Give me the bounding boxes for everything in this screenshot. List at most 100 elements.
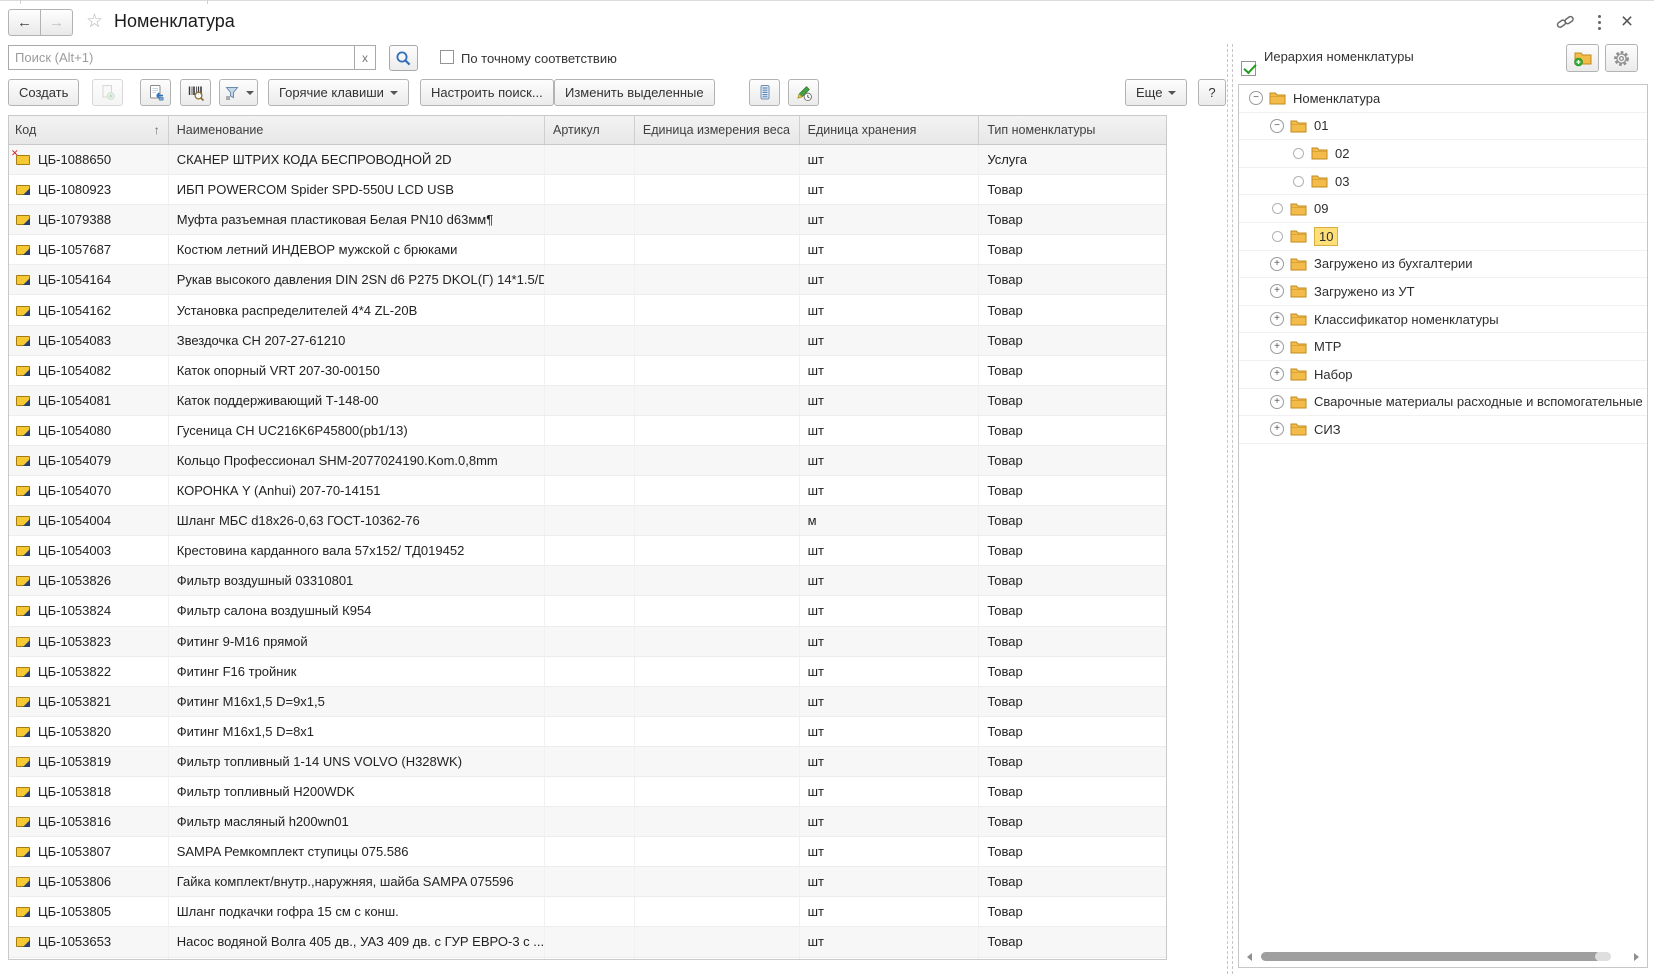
barcode-search-button[interactable] [180, 79, 211, 106]
table-row[interactable]: ✕ ЦБ-1057687 Костюм летний ИНДЕВОР мужск… [9, 235, 1166, 265]
close-button[interactable]: × [1616, 12, 1638, 32]
list-settings-button[interactable] [749, 79, 780, 106]
table-row[interactable]: ✕ ЦБ-1053822 Фитинг F16 тройник шт Товар [9, 657, 1166, 687]
forward-button[interactable]: → [40, 9, 73, 36]
table-row[interactable]: ✕ ЦБ-1053824 Фильтр салона воздушный К95… [9, 596, 1166, 626]
expand-toggle-icon[interactable] [1272, 231, 1283, 242]
column-header-weight-unit[interactable]: Единица измерения веса [635, 116, 800, 144]
table-row[interactable]: ✕ ЦБ-1054082 Каток опорный VRT 207-30-00… [9, 356, 1166, 386]
scroll-right-arrow-icon[interactable] [1634, 953, 1639, 961]
tree-item[interactable]: 03 [1239, 168, 1647, 196]
expand-toggle-icon[interactable] [1270, 312, 1284, 326]
column-header-name[interactable]: Наименование [169, 116, 545, 144]
get-link-button[interactable] [1554, 12, 1576, 32]
filter-button[interactable] [219, 79, 258, 106]
item-icon: ✕ [15, 274, 30, 285]
exact-match-checkbox[interactable] [440, 50, 454, 64]
tree-item[interactable]: Номенклатура [1239, 85, 1647, 113]
table-row[interactable]: ✕ ЦБ-1053819 Фильтр топливный 1-14 UNS V… [9, 747, 1166, 777]
table-row[interactable]: ✕ ЦБ-1053821 Фитинг М16х1,5 D=9х1,5 шт Т… [9, 687, 1166, 717]
column-header-article[interactable]: Артикул [545, 116, 635, 144]
table-row[interactable]: ✕ ЦБ-1054083 Звездочка CH 207-27-61210 ш… [9, 326, 1166, 356]
table-row[interactable]: ✕ ЦБ-1054079 Кольцо Профессионал SHM-207… [9, 446, 1166, 476]
table-row[interactable]: ✕ ЦБ-1053826 Фильтр воздушный 03310801 ш… [9, 566, 1166, 596]
search-button[interactable] [389, 45, 418, 71]
create-group-button[interactable] [1566, 44, 1599, 72]
cell-storage-unit: шт [800, 657, 980, 686]
favorite-star-icon[interactable]: ☆ [86, 12, 103, 32]
hierarchy-checkbox[interactable] [1241, 61, 1256, 76]
expand-toggle-icon[interactable] [1293, 148, 1304, 159]
table-row[interactable]: ✕ ЦБ-1054162 Установка распределителей 4… [9, 295, 1166, 325]
expand-toggle-icon[interactable] [1270, 257, 1284, 271]
panel-splitter[interactable] [1227, 44, 1233, 974]
search-input[interactable] [8, 45, 354, 70]
table-row[interactable]: ✕ ЦБ-1053653 Насос водяной Волга 405 дв.… [9, 927, 1166, 957]
item-icon: ✕ [15, 846, 30, 857]
search-clear-button[interactable]: x [354, 45, 376, 70]
configure-search-button[interactable]: Настроить поиск... [420, 79, 554, 106]
expand-toggle-icon[interactable] [1270, 422, 1284, 436]
expand-toggle-icon[interactable] [1249, 91, 1263, 105]
table-row[interactable]: ✕ ЦБ-1053816 Фильтр масляный h200wn01 шт… [9, 807, 1166, 837]
table-row[interactable]: ✕ ЦБ-1054164 Рукав высокого давления DIN… [9, 265, 1166, 295]
table-row[interactable]: ✕ ЦБ-1053805 Шланг подкачки гофра 15 см … [9, 897, 1166, 927]
expand-toggle-icon[interactable] [1270, 119, 1284, 133]
tree-item[interactable]: 02 [1239, 140, 1647, 168]
expand-toggle-icon[interactable] [1270, 367, 1284, 381]
table-row[interactable]: ✕ ЦБ-1053807 SAMPA Ремкомплект ступицы 0… [9, 837, 1166, 867]
scrollbar-thumb[interactable] [1261, 952, 1601, 961]
table-row[interactable]: ✕ ЦБ-1053818 Фильтр топливный H200WDK шт… [9, 777, 1166, 807]
table-body: ✕ ЦБ-1088650 СКАНЕР ШТРИХ КОДА БЕСПРОВОД… [9, 145, 1166, 960]
expand-toggle-icon[interactable] [1293, 176, 1304, 187]
tree-item[interactable]: Классификатор номенклатуры [1239, 306, 1647, 334]
tree-item[interactable]: 01 [1239, 113, 1647, 141]
expand-toggle-icon[interactable] [1270, 340, 1284, 354]
cell-name: КОРОНКА Y (Anhui) 207-70-14151 [169, 476, 545, 505]
create-button[interactable]: Создать [8, 79, 79, 106]
tree-settings-button[interactable] [1605, 44, 1638, 72]
cell-type: Товар [979, 837, 1166, 866]
help-button[interactable]: ? [1198, 79, 1226, 106]
table-row[interactable]: ✕ ЦБ-1080923 ИБП POWERCOM Spider SPD-550… [9, 175, 1166, 205]
table-row[interactable]: ✕ ЦБ-1088650 СКАНЕР ШТРИХ КОДА БЕСПРОВОД… [9, 145, 1166, 175]
table-row[interactable]: ✕ ЦБ-1053823 Фитинг 9-М16 прямой шт Това… [9, 627, 1166, 657]
tree-item[interactable]: СИЗ [1239, 416, 1647, 444]
cell-storage-unit: м [800, 506, 980, 535]
table-row[interactable]: ✕ ЦБ-1053820 Фитинг М16х1,5 D=8х1 шт Тов… [9, 717, 1166, 747]
tree-item[interactable]: Набор [1239, 361, 1647, 389]
tree-item[interactable]: Загружено из УТ [1239, 278, 1647, 306]
tree-item[interactable]: Загружено из бухгалтерии [1239, 251, 1647, 279]
tree-item[interactable]: 09 [1239, 195, 1647, 223]
tree-item[interactable]: МТР [1239, 333, 1647, 361]
table-row[interactable]: ✕ ЦБ-1054004 Шланг МБС d18x26-0,63 ГОСТ-… [9, 506, 1166, 536]
cell-type: Товар [979, 566, 1166, 595]
edit-selected-button[interactable]: Изменить выделенные [554, 79, 715, 106]
column-header-type[interactable]: Тип номенклатуры [979, 116, 1166, 144]
more-actions-button[interactable]: Еще [1125, 79, 1187, 106]
expand-toggle-icon[interactable] [1270, 284, 1284, 298]
column-header-code[interactable]: Код ↑ [9, 116, 169, 144]
scroll-left-arrow-icon[interactable] [1247, 953, 1252, 961]
copy-button[interactable] [92, 79, 123, 106]
horizontal-scrollbar[interactable] [1245, 951, 1641, 962]
table-row[interactable]: ✕ ЦБ-1054081 Каток поддерживающий Т-148-… [9, 386, 1166, 416]
table-row[interactable]: ✕ ЦБ-1054070 КОРОНКА Y (Anhui) 207-70-14… [9, 476, 1166, 506]
tree-item[interactable]: 10 [1239, 223, 1647, 251]
change-history-button[interactable] [788, 79, 819, 106]
tree-item[interactable]: Сварочные материалы расходные и вспомога… [1239, 389, 1647, 417]
table-row[interactable]: ✕ ЦБ-1054080 Гусеница CH UC216K6P45800(p… [9, 416, 1166, 446]
scrollbar-track[interactable] [1595, 952, 1611, 961]
hotkeys-button[interactable]: Горячие клавиши [268, 79, 409, 106]
load-from-file-button[interactable] [140, 79, 171, 106]
expand-toggle-icon[interactable] [1272, 203, 1283, 214]
table-row[interactable]: ✕ ЦБ-1053652 Мотор отопителя дополнитель… [9, 958, 1166, 960]
table-row[interactable]: ✕ ЦБ-1079388 Муфта разъемная пластиковая… [9, 205, 1166, 235]
back-button[interactable]: ← [8, 9, 41, 36]
cell-article [545, 717, 635, 746]
expand-toggle-icon[interactable] [1270, 395, 1284, 409]
more-menu-button[interactable] [1588, 12, 1610, 32]
table-row[interactable]: ✕ ЦБ-1054003 Крестовина карданного вала … [9, 536, 1166, 566]
column-header-storage-unit[interactable]: Единица хранения [800, 116, 980, 144]
table-row[interactable]: ✕ ЦБ-1053806 Гайка комплект/внутр.,наруж… [9, 867, 1166, 897]
